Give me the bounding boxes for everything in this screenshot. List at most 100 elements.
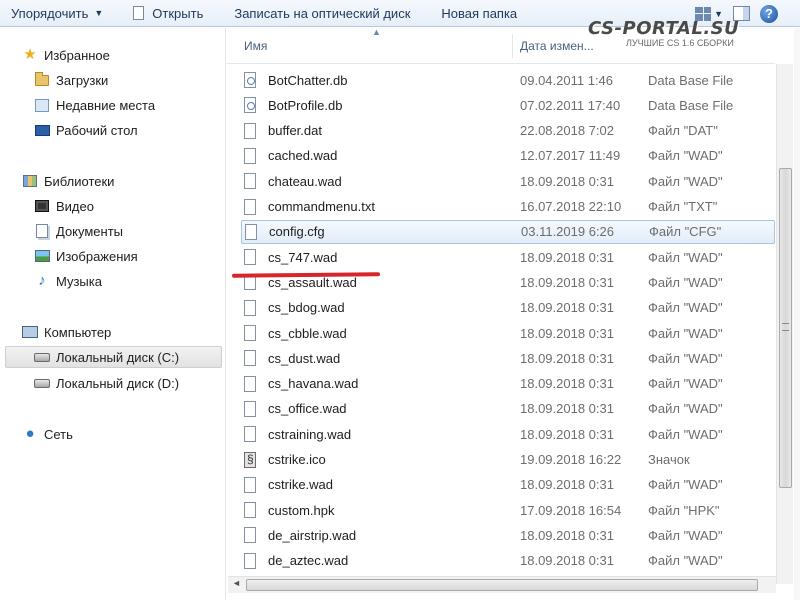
file-row[interactable]: cstrike.wad 18.09.2018 0:31 Файл "WAD" — [227, 473, 775, 497]
file-date: 18.09.2018 0:31 — [520, 325, 614, 341]
watermark-logo: CS-PORTAL.SU ЛУЧШИЕ CS 1.6 СБОРКИ — [588, 18, 768, 54]
file-type: Значок — [648, 452, 690, 467]
nav-favorites-label: Избранное — [44, 47, 110, 63]
column-header-name[interactable]: Имя — [244, 39, 267, 53]
organize-label: Упорядочить — [11, 5, 89, 21]
nav-desktop[interactable]: Рабочий стол — [34, 119, 138, 141]
file-date: 18.09.2018 0:31 — [520, 249, 614, 265]
organize-button[interactable]: Упорядочить ▼ — [0, 0, 103, 27]
file-type: Файл "HPK" — [648, 502, 720, 518]
scroll-left-arrow-icon[interactable]: ◄ — [232, 578, 241, 588]
file-date: 03.11.2019 6:26 — [521, 224, 615, 240]
file-row[interactable]: commandmenu.txt 16.07.2018 22:10 Файл "TXT… — [227, 195, 775, 219]
file-row[interactable]: cs_dust.wad 18.09.2018 0:31 Файл "WAD" — [227, 346, 775, 370]
column-divider[interactable] — [512, 34, 513, 58]
recent-places-icon — [35, 98, 49, 112]
file-type: Data Base File — [648, 72, 734, 88]
file-row[interactable]: cs_bdog.wad 18.09.2018 0:31 Файл "WAD" — [227, 296, 775, 320]
new-folder-button[interactable]: Новая папка — [433, 0, 517, 27]
database-file-icon — [244, 97, 256, 114]
nav-images-label: Изображения — [56, 248, 138, 264]
file-row[interactable]: BotProfile.db 07.02.2011 17:40 Data Base F… — [227, 93, 775, 117]
nav-desktop-label: Рабочий стол — [56, 122, 138, 138]
file-row[interactable]: de_aztec.wad 18.09.2018 0:31 Файл "WAD" — [227, 549, 775, 573]
nav-network[interactable]: ● Сеть — [22, 423, 72, 445]
file-name: chateau.wad — [268, 173, 342, 189]
file-rows: BotChatter.db 09.04.2011 1:46 Data Base Fi… — [227, 64, 775, 600]
file-row[interactable]: cs_havana.wad 18.09.2018 0:31 Файл "WAD" — [227, 372, 775, 396]
file-date: 07.02.2011 17:40 — [520, 97, 621, 113]
file-date: 22.08.2018 7:02 — [520, 123, 614, 139]
file-name: cs_cbble.wad — [268, 325, 347, 341]
file-date: 18.09.2018 0:31 — [520, 527, 614, 543]
file-row[interactable]: cstrike.ico 19.09.2018 16:22 Значок — [227, 448, 775, 472]
vertical-scrollbar[interactable] — [776, 64, 793, 584]
file-name: cstraining.wad — [268, 426, 352, 442]
document-icon — [133, 6, 145, 20]
nav-libraries-label: Библиотеки — [44, 173, 115, 189]
file-name: cs_bdog.wad — [268, 300, 345, 316]
file-type: Файл "WAD" — [648, 553, 723, 569]
nav-favorites[interactable]: ★ Избранное — [22, 44, 110, 66]
file-icon — [244, 173, 256, 190]
nav-computer[interactable]: Компьютер — [22, 321, 111, 343]
burn-disc-button[interactable]: Записать на оптический диск — [226, 0, 410, 27]
nav-music[interactable]: ♪ Музыка — [34, 270, 102, 292]
nav-documents[interactable]: Документы — [34, 220, 123, 242]
nav-music-label: Музыка — [56, 273, 102, 289]
file-type: Файл "WAD" — [648, 300, 723, 316]
burn-disc-label: Записать на оптический диск — [234, 5, 411, 21]
nav-recent-places[interactable]: Недавние места — [34, 94, 155, 116]
nav-images[interactable]: Изображения — [34, 245, 138, 267]
vertical-scroll-thumb[interactable] — [779, 168, 792, 488]
horizontal-scrollbar[interactable]: ◄ — [228, 576, 776, 593]
disk-drive-icon — [34, 378, 50, 388]
file-date: 12.07.2017 11:49 — [520, 148, 621, 164]
pictures-icon — [34, 250, 50, 262]
file-icon — [244, 502, 256, 519]
file-row[interactable]: de_airstrip.wad 18.09.2018 0:31 Файл "WAD" — [227, 523, 775, 547]
file-name: buffer.dat — [268, 123, 322, 139]
file-name: cstrike.ico — [268, 452, 326, 467]
column-header-date[interactable]: Дата измен... — [520, 39, 594, 53]
open-button[interactable]: Открыть — [125, 0, 203, 27]
nav-video[interactable]: Видео — [34, 195, 94, 217]
nav-disk-d-label: Локальный диск (D:) — [56, 375, 180, 391]
file-name: cs_747.wad — [268, 249, 338, 265]
icon-file-icon — [244, 451, 256, 468]
file-row[interactable]: custom.hpk 17.09.2018 16:54 Файл "HPK" — [227, 498, 775, 522]
file-row[interactable]: cached.wad 12.07.2017 11:49 Файл "WAD" — [227, 144, 775, 168]
file-row[interactable]: buffer.dat 22.08.2018 7:02 Файл "DAT" — [227, 119, 775, 143]
nav-disk-c[interactable]: Локальный диск (C:) — [5, 346, 222, 368]
file-type: Файл "WAD" — [648, 350, 723, 366]
nav-disk-c-label: Локальный диск (C:) — [56, 349, 180, 365]
view-options-chevron-icon[interactable]: ▼ — [714, 9, 723, 19]
libraries-icon — [23, 175, 37, 187]
file-icon — [244, 527, 256, 544]
file-row[interactable]: cs_office.wad 18.09.2018 0:31 Файл "WAD" — [227, 397, 775, 421]
horizontal-scroll-thumb[interactable] — [246, 579, 758, 591]
file-row[interactable]: cs_cbble.wad 18.09.2018 0:31 Файл "WAD" — [227, 321, 775, 345]
file-date: 18.09.2018 0:31 — [520, 274, 614, 290]
nav-disk-d[interactable]: Локальный диск (D:) — [34, 372, 179, 394]
file-type: Файл "TXT" — [648, 199, 718, 214]
watermark-subtitle: ЛУЧШИЕ CS 1.6 СБОРКИ — [626, 38, 734, 48]
file-type: Файл "WAD" — [648, 401, 723, 417]
file-name: cs_havana.wad — [268, 376, 359, 392]
file-type: Файл "WAD" — [648, 477, 723, 493]
file-row[interactable]: chateau.wad 18.09.2018 0:31 Файл "WAD" — [227, 169, 775, 193]
nav-downloads[interactable]: Загрузки — [34, 69, 108, 91]
file-name: cstrike.wad — [268, 477, 334, 493]
file-icon — [244, 375, 256, 392]
file-row[interactable]: cs_747.wad 18.09.2018 0:31 Файл "WAD" — [227, 245, 775, 269]
file-row[interactable]: BotChatter.db 09.04.2011 1:46 Data Base Fi… — [227, 68, 775, 92]
file-icon — [245, 223, 257, 240]
file-name: BotChatter.db — [268, 72, 348, 88]
computer-icon — [22, 326, 38, 338]
nav-downloads-label: Загрузки — [56, 72, 109, 88]
nav-libraries[interactable]: Библиотеки — [22, 170, 114, 192]
file-name: de_aztec.wad — [268, 553, 349, 569]
file-icon — [244, 325, 256, 341]
file-row-highlighted[interactable]: config.cfg 03.11.2019 6:26 Файл "CFG" — [241, 219, 775, 244]
file-row[interactable]: cstraining.wad 18.09.2018 0:31 Файл "WAD" — [227, 422, 775, 446]
